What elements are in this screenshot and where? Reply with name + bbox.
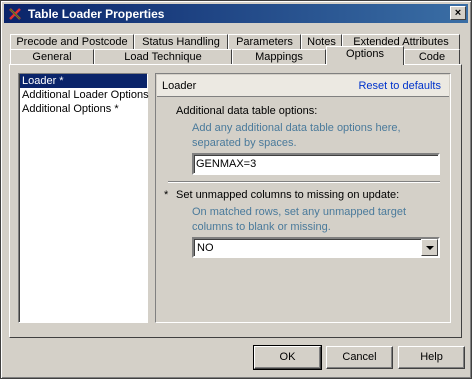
additional-options-hint: Add any additional data table options he… xyxy=(192,122,401,149)
unmapped-columns-label: Set unmapped columns to missing on updat… xyxy=(176,189,400,201)
cancel-button[interactable]: Cancel xyxy=(326,346,393,369)
select-value: NO xyxy=(197,242,214,254)
help-button[interactable]: Help xyxy=(398,346,465,369)
window-title: Table Loader Properties xyxy=(28,6,165,21)
unmapped-columns-select[interactable]: NO xyxy=(192,237,440,258)
tab-general[interactable]: General xyxy=(10,49,94,65)
unmapped-columns-hint: On matched rows, set any unmapped target… xyxy=(192,206,407,233)
tab-load-technique[interactable]: Load Technique xyxy=(94,49,232,65)
table-loader-icon xyxy=(7,6,23,22)
close-button[interactable]: × xyxy=(450,6,466,20)
panel-title: Loader xyxy=(162,80,197,92)
tab-precode-postcode[interactable]: Precode and Postcode xyxy=(10,34,134,50)
tab-parameters[interactable]: Parameters xyxy=(228,34,301,50)
required-marker: * xyxy=(164,189,169,201)
tab-options[interactable]: Options xyxy=(326,46,404,65)
list-item-loader[interactable]: Loader * xyxy=(20,74,147,88)
panel-header: Loader Reset to defaults xyxy=(157,75,449,97)
additional-options-input[interactable]: GENMAX=3 xyxy=(192,153,440,175)
tab-mappings[interactable]: Mappings xyxy=(232,49,326,65)
chevron-down-icon xyxy=(425,245,434,250)
dropdown-button[interactable] xyxy=(421,239,438,256)
list-item-additional-options[interactable]: Additional Options * xyxy=(20,102,147,116)
tab-status-handling[interactable]: Status Handling xyxy=(134,34,228,50)
ok-button[interactable]: OK xyxy=(253,345,322,370)
option-category-list[interactable]: Loader * Additional Loader Options Addit… xyxy=(18,73,149,323)
additional-options-label: Additional data table options: xyxy=(176,105,318,117)
reset-to-defaults-link[interactable]: Reset to defaults xyxy=(358,80,441,92)
title-bar[interactable]: Table Loader Properties × xyxy=(4,4,468,23)
list-item-additional-loader-options[interactable]: Additional Loader Options xyxy=(20,88,149,102)
options-detail-panel: Loader Reset to defaults Additional data… xyxy=(155,73,451,323)
tab-code[interactable]: Code xyxy=(404,49,460,65)
section-divider xyxy=(168,181,440,183)
